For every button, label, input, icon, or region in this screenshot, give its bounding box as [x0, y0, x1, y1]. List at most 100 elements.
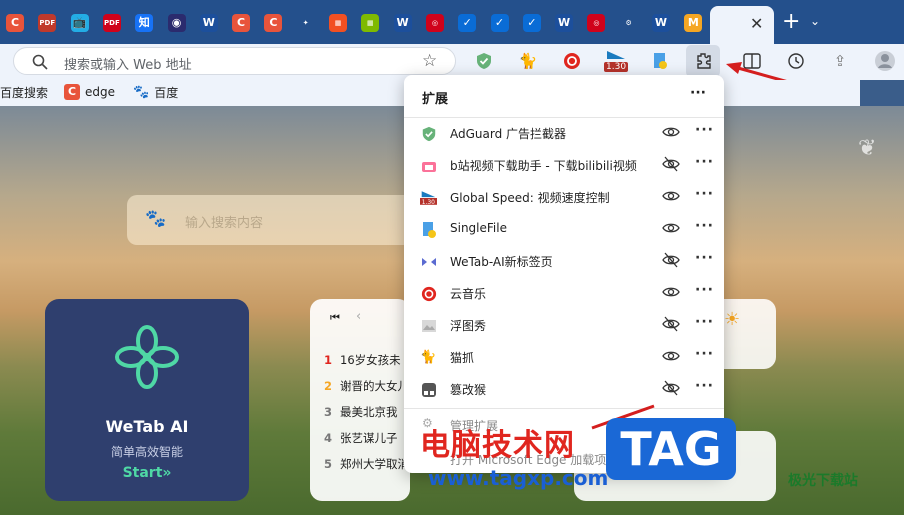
extension-item[interactable]: 浮图秀 ··· [404, 309, 724, 341]
share-icon[interactable]: ⇪ [828, 49, 852, 73]
tab-1[interactable]: C [3, 11, 27, 35]
sun-icon: ☀ [724, 309, 741, 330]
news-rank: 1 [324, 353, 333, 367]
ntp-search-box[interactable]: 🐾 输入搜索内容 [127, 195, 417, 245]
prev-icon[interactable]: ‹ [356, 309, 361, 324]
eye-off-icon[interactable] [662, 315, 680, 333]
extension-more-button[interactable]: ··· [695, 186, 714, 202]
extension-more-button[interactable]: ··· [695, 378, 714, 394]
tab-2[interactable]: PDF [35, 11, 59, 35]
extension-more-button[interactable]: ··· [695, 250, 714, 266]
tab-21[interactable]: W [649, 11, 673, 35]
new-tab-button[interactable]: + [782, 11, 800, 33]
tab-favicon-icon: ✓ [522, 14, 541, 32]
baidu-paw-icon: 🐾 [145, 209, 167, 229]
extension-item[interactable]: WeTab-AI新标签页 ··· [404, 245, 724, 277]
extensions-more-button[interactable]: ··· [690, 85, 706, 101]
tab-10[interactable]: ✦ [294, 11, 318, 35]
fav-edge[interactable]: C edge [64, 84, 115, 100]
news-item[interactable]: 1 16岁女孩未 [324, 352, 401, 368]
extension-name: b站视频下载助手 - 下载bilibili视频 [450, 159, 637, 173]
extension-more-button[interactable]: ··· [695, 122, 714, 138]
news-rank: 5 [324, 457, 333, 471]
fav-label: 百度 [154, 86, 179, 100]
eye-icon[interactable] [662, 347, 680, 365]
tab-20[interactable]: ⚙ [617, 11, 641, 35]
extension-name: 浮图秀 [450, 319, 487, 333]
tab-4[interactable]: PDF [100, 11, 124, 35]
news-text: 郑州大学取消 [340, 457, 410, 471]
baidu-paw-icon: 🐾 [133, 85, 150, 100]
adguard-toolbar-icon[interactable] [472, 49, 496, 73]
tab-strip: C PDF 📺 PDF 知 ◉ W C C ✦ ▦ ▦ W ◎ ✓ ✓ ✓ W ◎ ⚙ W M ✕ + ⌄ [0, 0, 904, 44]
extension-item[interactable]: SingleFile ··· [404, 213, 724, 245]
eye-icon[interactable] [662, 283, 680, 301]
music-toolbar-icon[interactable] [560, 49, 584, 73]
news-item[interactable]: 4 张艺谋儿子 [324, 430, 398, 446]
fav-baidu-search[interactable]: 百度搜索 [0, 84, 48, 101]
tab-16[interactable]: ✓ [488, 11, 512, 35]
extensions-panel: 扩展 ··· AdGuard 广告拦截器 ··· b站视频下载助手 - 下载bili… [404, 75, 724, 473]
eye-icon[interactable] [662, 187, 680, 205]
active-tab[interactable]: ✕ [710, 6, 774, 44]
extension-more-button[interactable]: ··· [695, 218, 714, 234]
speed-badge: 1.30 [604, 62, 629, 72]
tab-15[interactable]: ✓ [455, 11, 479, 35]
extension-item[interactable]: 🐈 猫抓 ··· [404, 341, 724, 373]
news-item[interactable]: 3 最美北京我 [324, 404, 398, 420]
eye-off-icon[interactable] [662, 251, 680, 269]
tab-17[interactable]: ✓ [520, 11, 544, 35]
tab-favicon-icon: PDF [102, 14, 121, 32]
fav-baidu[interactable]: 🐾 百度 [133, 84, 178, 101]
news-item[interactable]: 2 谢晋的大女儿 [324, 378, 409, 394]
news-text: 最美北京我 [340, 405, 398, 419]
tab-8[interactable]: C [229, 11, 253, 35]
ntp-search-placeholder: 输入搜索内容 [185, 216, 264, 231]
tab-3[interactable]: 📺 [68, 11, 92, 35]
tab-6[interactable]: ◉ [165, 11, 189, 35]
profile-avatar[interactable] [873, 49, 897, 73]
wetab-start-link[interactable]: Start» [45, 465, 249, 481]
eye-icon[interactable] [662, 123, 680, 141]
extension-more-button[interactable]: ··· [695, 346, 714, 362]
tab-favicon-icon: ◎ [587, 14, 606, 32]
tab-favicon-icon: C [6, 14, 24, 32]
tab-list-chevron-icon[interactable]: ⌄ [810, 14, 820, 28]
tab-favicon-icon: W [555, 14, 574, 32]
address-bar[interactable]: 搜索或输入 Web 地址 ☆ [13, 47, 456, 75]
extension-more-button[interactable]: ··· [695, 314, 714, 330]
tab-12[interactable]: ▦ [358, 11, 382, 35]
tab-5[interactable]: 知 [132, 11, 156, 35]
extension-item[interactable]: 云音乐 ··· [404, 277, 724, 309]
extension-item[interactable]: 1.30 Global Speed: 视频速度控制 ··· [404, 181, 724, 213]
tab-favicon-icon: M [684, 14, 703, 32]
extension-more-button[interactable]: ··· [695, 282, 714, 298]
singlefile-toolbar-icon[interactable] [648, 49, 672, 73]
news-item[interactable]: 5 郑州大学取消 [324, 456, 409, 472]
eye-off-icon[interactable] [662, 155, 680, 173]
extension-item[interactable]: 篡改猴 ··· [404, 373, 724, 405]
tab-11[interactable]: ▦ [326, 11, 350, 35]
weather-card[interactable]: ☀ [724, 299, 776, 369]
extension-item[interactable]: b站视频下载助手 - 下载bilibili视频 ··· [404, 149, 724, 181]
eye-icon[interactable] [662, 219, 680, 237]
extensions-puzzle-icon[interactable] [686, 45, 720, 77]
tab-22[interactable]: M [681, 11, 705, 35]
wetab-ai-card[interactable]: WeTab AI 简单高效智能 Start» [45, 299, 249, 501]
tab-14[interactable]: ◎ [423, 11, 447, 35]
cat-catch-toolbar-icon[interactable]: 🐈 [516, 49, 540, 73]
leaf-icon[interactable]: ❦ [858, 136, 876, 161]
tab-9[interactable]: C [261, 11, 285, 35]
tab-13[interactable]: W [391, 11, 415, 35]
tab-18[interactable]: W [552, 11, 576, 35]
extension-more-button[interactable]: ··· [695, 154, 714, 170]
eye-off-icon[interactable] [662, 379, 680, 397]
tab-favicon-icon: W [652, 14, 670, 32]
extension-item[interactable]: AdGuard 广告拦截器 ··· [404, 117, 724, 149]
tab-19[interactable]: ◎ [584, 11, 608, 35]
tab-7[interactable]: W [197, 11, 221, 35]
close-tab-icon[interactable]: ✕ [750, 14, 763, 33]
favorite-star-icon[interactable]: ☆ [422, 51, 437, 71]
global-speed-toolbar-icon[interactable]: 1.30 [604, 49, 629, 73]
skip-back-icon[interactable]: ⏮ [330, 311, 340, 325]
